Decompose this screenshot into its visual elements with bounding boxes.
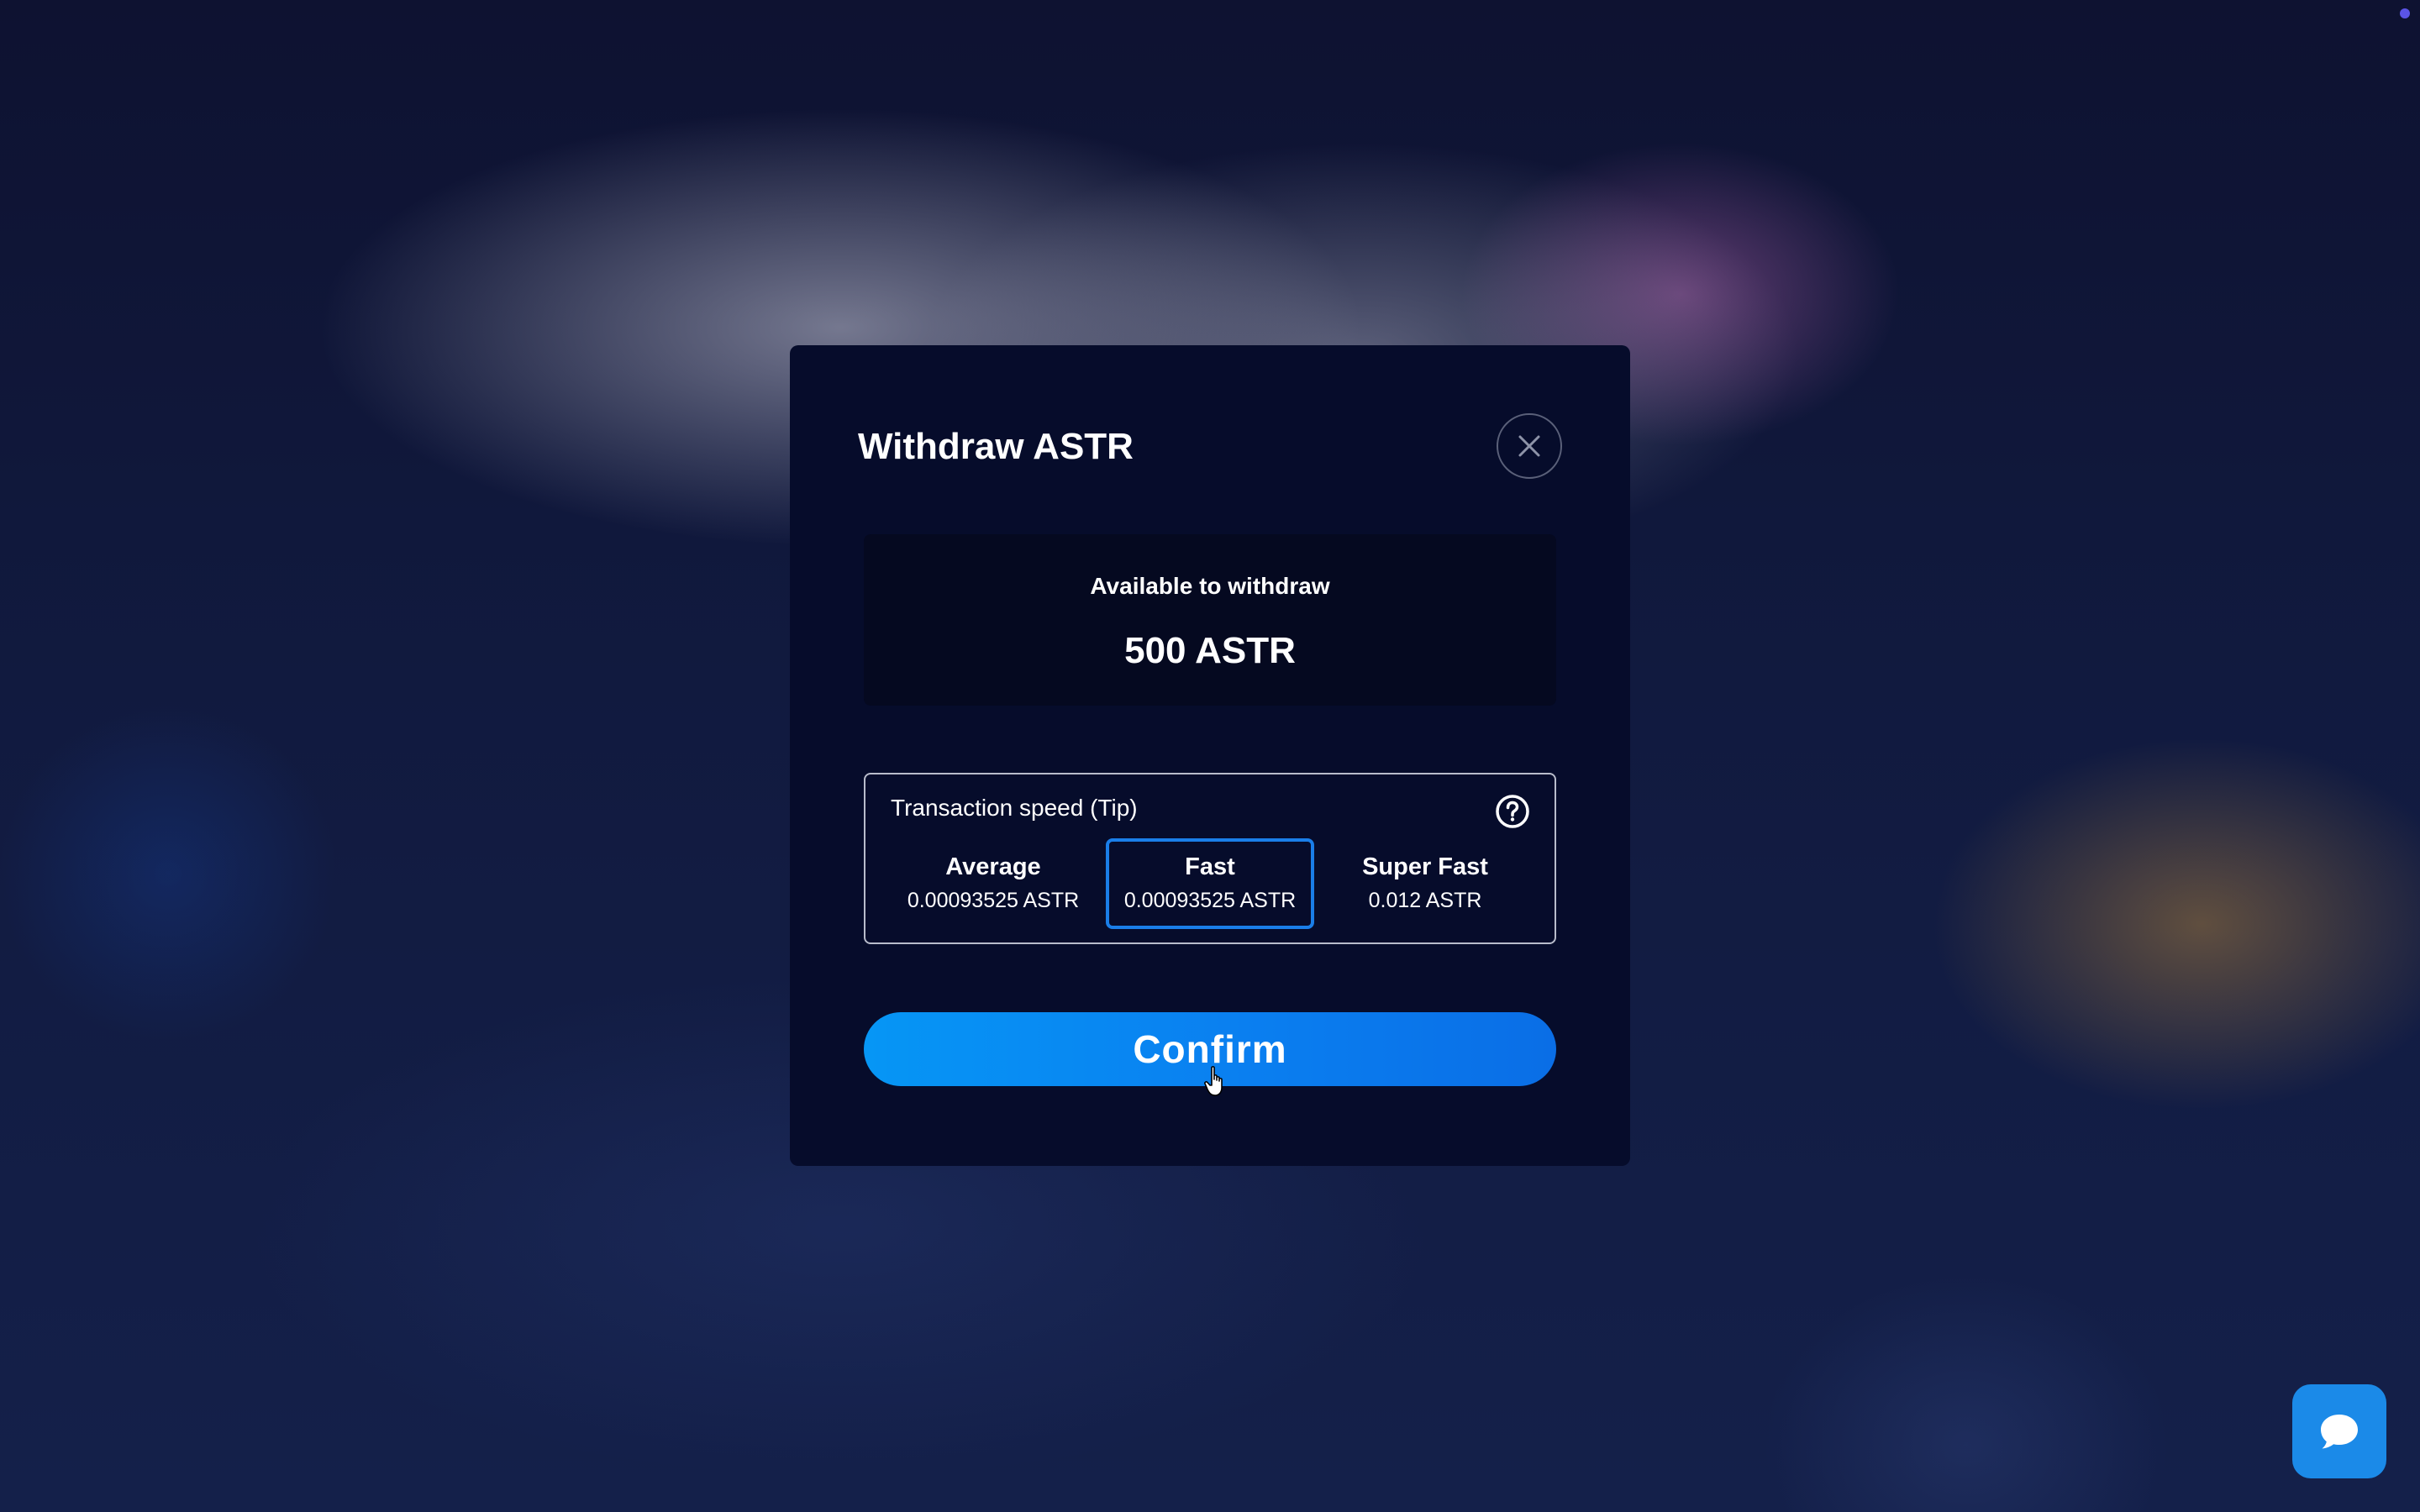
speed-option-name: Average — [945, 853, 1041, 880]
modal-title: Withdraw ASTR — [858, 426, 1134, 467]
available-label: Available to withdraw — [1090, 573, 1330, 599]
close-button[interactable] — [1497, 413, 1562, 479]
speed-option-name: Fast — [1185, 853, 1235, 880]
available-amount: 500 ASTR — [1124, 630, 1296, 671]
transaction-speed-label: Transaction speed (Tip) — [891, 795, 1138, 821]
speed-option-fee: 0.012 ASTR — [1368, 889, 1482, 912]
chat-button[interactable] — [2292, 1384, 2386, 1478]
close-icon — [1518, 435, 1540, 457]
speed-option-fast[interactable]: Fast 0.00093525 ASTR — [1106, 838, 1314, 929]
withdraw-modal: Withdraw ASTR Available to withdraw 500 … — [790, 345, 1630, 1166]
speed-option-average[interactable]: Average 0.00093525 ASTR — [889, 838, 1097, 929]
speed-option-name: Super Fast — [1362, 853, 1488, 880]
hand-cursor-icon — [1204, 1066, 1223, 1096]
chat-bubble-icon — [2321, 1415, 2358, 1449]
question-circle-icon[interactable] — [1494, 793, 1531, 830]
speed-option-super-fast[interactable]: Super Fast 0.012 ASTR — [1321, 838, 1529, 929]
speed-option-fee: 0.00093525 ASTR — [1123, 889, 1297, 912]
status-dot — [2400, 8, 2410, 18]
speed-option-fee: 0.00093525 ASTR — [907, 889, 1080, 912]
transaction-speed-selector: Transaction speed (Tip) Average 0.000935… — [864, 773, 1556, 944]
available-balance-panel: Available to withdraw 500 ASTR — [864, 534, 1556, 706]
